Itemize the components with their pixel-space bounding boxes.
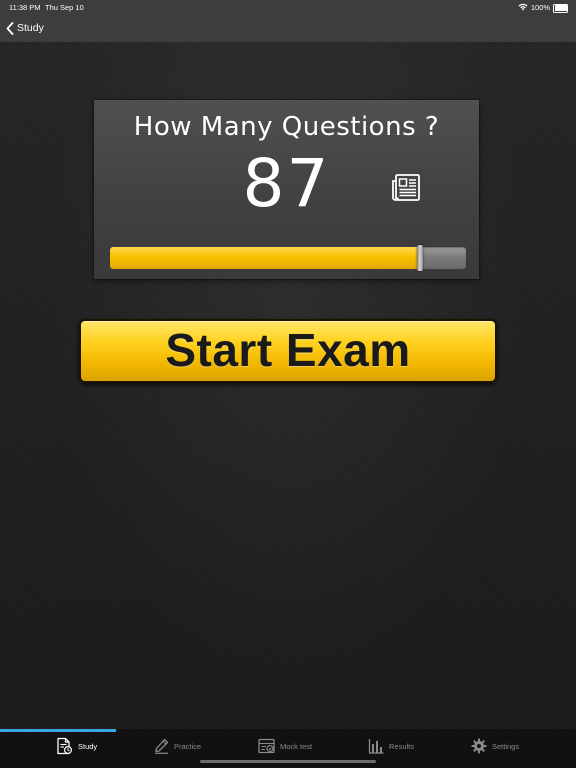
tab-settings-label: Settings — [492, 741, 520, 751]
tab-study[interactable]: Study — [55, 737, 97, 755]
question-count-value: 87 — [242, 145, 331, 222]
back-button-label: Study — [17, 22, 44, 34]
chevron-left-icon — [6, 21, 14, 35]
panel-title: How Many Questions ? — [133, 112, 440, 142]
battery-percentage: 100% — [530, 2, 550, 12]
home-indicator — [200, 760, 376, 763]
tab-mock-test-label: Mock test — [280, 741, 313, 751]
slider-track — [110, 247, 466, 269]
tab-results[interactable]: Results — [368, 737, 414, 755]
start-exam-label: Start Exam — [165, 324, 411, 376]
status-date: Thu Sep 10 — [45, 3, 84, 12]
start-exam-button[interactable]: Start Exam — [79, 319, 497, 383]
exam-setup-screen: 11:38 PM Thu Sep 10 100% Study How Many … — [0, 0, 576, 768]
gear-icon — [471, 738, 487, 754]
status-indicators: 100% — [518, 2, 568, 13]
slider-thumb[interactable] — [417, 245, 423, 271]
back-button[interactable]: Study — [6, 20, 44, 36]
navigation-bar: 11:38 PM Thu Sep 10 100% Study — [0, 0, 576, 42]
tab-results-label: Results — [389, 741, 415, 751]
tab-practice[interactable]: Practice — [154, 737, 201, 755]
wifi-icon — [518, 3, 528, 11]
active-tab-indicator — [0, 729, 116, 732]
study-document-icon — [57, 737, 73, 755]
question-count-slider[interactable] — [110, 245, 466, 271]
tab-study-label: Study — [78, 741, 98, 751]
battery-icon — [553, 3, 568, 13]
tab-mock-test[interactable]: Mock test — [258, 737, 312, 755]
mock-test-icon — [258, 738, 275, 754]
tab-practice-label: Practice — [174, 741, 202, 751]
status-time: 11:38 PM — [9, 3, 41, 12]
question-count-panel: How Many Questions ? 87 — [94, 100, 479, 279]
newspaper-icon[interactable] — [391, 173, 421, 203]
slider-fill — [110, 247, 420, 269]
pencil-icon — [155, 738, 169, 754]
bar-chart-icon — [368, 739, 384, 754]
tab-settings[interactable]: Settings — [471, 737, 519, 755]
